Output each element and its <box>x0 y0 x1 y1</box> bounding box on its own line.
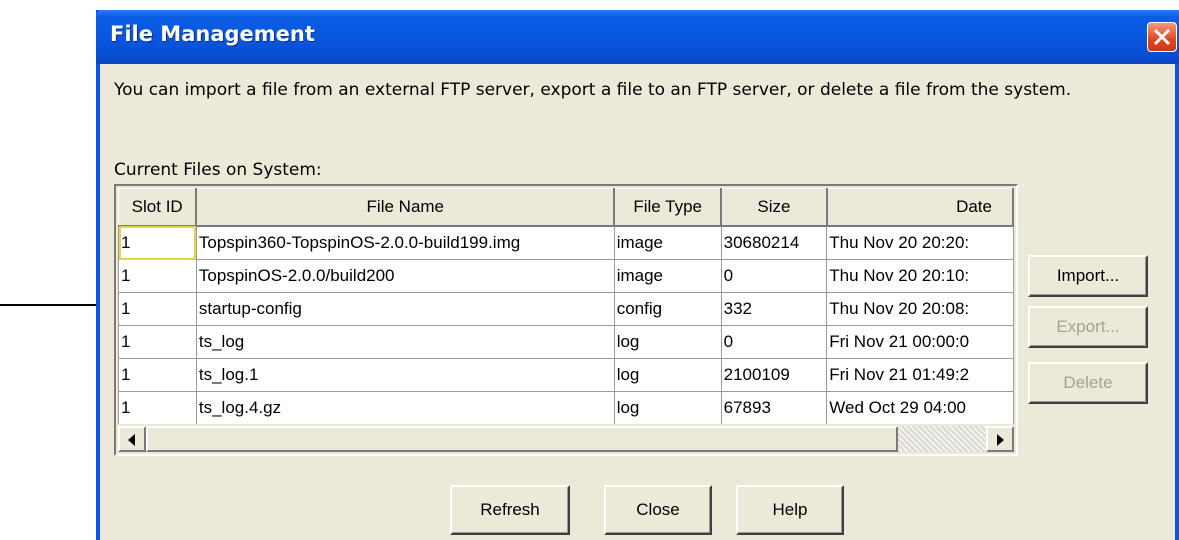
cell-slot-id[interactable]: 1 <box>118 292 197 326</box>
cell-slot-id[interactable]: 1 <box>118 259 197 293</box>
cell-file-name[interactable]: ts_log.1 <box>195 358 615 392</box>
scrollbar-track[interactable] <box>898 426 986 452</box>
cell-file-type[interactable]: log <box>613 325 722 359</box>
cell-file-type[interactable]: log <box>613 391 722 424</box>
column-header-file-type[interactable]: File Type <box>613 188 723 227</box>
cell-size[interactable]: 0 <box>720 325 828 359</box>
title-bar: File Management <box>96 10 1179 64</box>
cell-date[interactable]: Thu Nov 20 20:08: <box>826 292 1014 326</box>
import-button[interactable]: Import... <box>1028 255 1148 297</box>
cell-size[interactable]: 67893 <box>720 391 828 424</box>
cell-date[interactable]: Thu Nov 20 20:10: <box>826 259 1014 293</box>
close-button[interactable]: Close <box>604 485 712 535</box>
cell-file-name[interactable]: startup-config <box>195 292 615 326</box>
table-header-row: Slot ID File Name File Type Size Date <box>118 188 1014 227</box>
table-row[interactable]: 1 TopspinOS-2.0.0/build200 image 0 Thu N… <box>118 259 1014 293</box>
file-management-dialog: File Management You can import a file fr… <box>96 10 1179 540</box>
dialog-title: File Management <box>110 22 315 46</box>
close-window-button[interactable] <box>1147 22 1177 52</box>
cell-date[interactable]: Thu Nov 20 20:20: <box>826 225 1014 260</box>
cell-slot-id[interactable]: 1 <box>118 391 197 424</box>
cell-file-type[interactable]: image <box>613 225 722 260</box>
delete-button[interactable]: Delete <box>1028 362 1148 404</box>
cell-file-name[interactable]: ts_log <box>195 325 615 359</box>
horizontal-scrollbar[interactable] <box>118 424 1014 452</box>
table-row[interactable]: 1 Topspin360-TopspinOS-2.0.0-build199.im… <box>118 225 1014 260</box>
cell-file-type[interactable]: config <box>613 292 722 326</box>
cell-size[interactable]: 332 <box>720 292 828 326</box>
export-button[interactable]: Export... <box>1028 306 1148 348</box>
files-label: Current Files on System: <box>114 160 322 180</box>
cell-file-name[interactable]: ts_log.4.gz <box>195 391 615 424</box>
cell-file-type[interactable]: log <box>613 358 722 392</box>
files-table-viewport: Slot ID File Name File Type Size Date 1 … <box>118 188 1014 424</box>
cell-size[interactable]: 30680214 <box>720 225 828 260</box>
cell-date[interactable]: Wed Oct 29 04:00 <box>826 391 1014 424</box>
refresh-button[interactable]: Refresh <box>450 485 570 535</box>
column-header-file-name[interactable]: File Name <box>195 188 616 227</box>
table-row[interactable]: 1 ts_log log 0 Fri Nov 21 00:00:0 <box>118 325 1014 359</box>
arrow-left-icon <box>128 434 135 446</box>
dialog-description: You can import a file from an external F… <box>114 80 1072 100</box>
cell-file-name[interactable]: TopspinOS-2.0.0/build200 <box>195 259 615 293</box>
column-header-slot-id[interactable]: Slot ID <box>118 188 198 227</box>
cell-file-type[interactable]: image <box>613 259 722 293</box>
column-header-size[interactable]: Size <box>720 188 828 227</box>
cell-date[interactable]: Fri Nov 21 01:49:2 <box>826 358 1014 392</box>
help-button[interactable]: Help <box>736 485 844 535</box>
cell-file-name[interactable]: Topspin360-TopspinOS-2.0.0-build199.img <box>195 225 615 260</box>
table-row[interactable]: 1 startup-config config 332 Thu Nov 20 2… <box>118 292 1014 326</box>
cell-slot-id[interactable]: 1 <box>118 358 197 392</box>
cell-slot-id[interactable]: 1 <box>118 325 197 359</box>
scroll-right-button[interactable] <box>986 426 1014 452</box>
scrollbar-thumb[interactable] <box>146 426 898 452</box>
table-row[interactable]: 1 ts_log.4.gz log 67893 Wed Oct 29 04:00 <box>118 391 1014 424</box>
table-row[interactable]: 1 ts_log.1 log 2100109 Fri Nov 21 01:49:… <box>118 358 1014 392</box>
scroll-left-button[interactable] <box>118 426 146 452</box>
arrow-right-icon <box>997 434 1004 446</box>
files-table: Slot ID File Name File Type Size Date 1 … <box>118 188 1014 424</box>
cell-size[interactable]: 0 <box>720 259 828 293</box>
files-table-panel: Slot ID File Name File Type Size Date 1 … <box>114 184 1018 456</box>
close-icon <box>1153 28 1171 46</box>
cell-slot-id[interactable]: 1 <box>118 225 197 260</box>
column-header-date[interactable]: Date <box>826 188 1014 227</box>
cell-date[interactable]: Fri Nov 21 00:00:0 <box>826 325 1014 359</box>
cell-size[interactable]: 2100109 <box>720 358 828 392</box>
